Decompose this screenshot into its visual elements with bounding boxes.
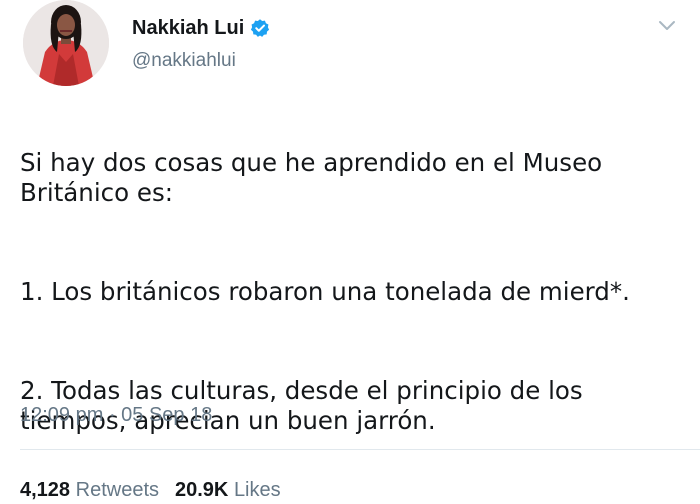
- chevron-down-icon[interactable]: [656, 14, 678, 36]
- user-handle[interactable]: @nakkiahlui: [132, 50, 270, 72]
- retweets-count: 4,128: [20, 479, 71, 501]
- retweets-label: Retweets: [75, 479, 159, 501]
- likes-count: 20.9K: [175, 479, 229, 501]
- tweet-paragraph: Si hay dos cosas que he aprendido en el …: [20, 148, 603, 207]
- divider: [20, 449, 700, 450]
- user-header: Nakkiah Lui @nakkiahlui: [132, 14, 270, 72]
- likes-stat[interactable]: 20.9K Likes: [175, 479, 281, 501]
- display-name-row: Nakkiah Lui: [132, 14, 270, 42]
- avatar[interactable]: [23, 0, 109, 86]
- retweets-stat[interactable]: 4,128 Retweets: [20, 479, 159, 501]
- tweet-timestamp[interactable]: 12:09 pm · 05 Sep 18: [20, 404, 212, 427]
- tweet-paragraph: 1. Los británicos robaron una tonelada d…: [20, 277, 630, 306]
- display-name[interactable]: Nakkiah Lui: [132, 17, 244, 40]
- verified-badge-icon: [251, 19, 270, 37]
- tweet-stats: 4,128 Retweets 20.9K Likes: [20, 479, 281, 502]
- tweet-text: Si hay dos cosas que he aprendido en el …: [20, 118, 690, 504]
- tweet-card: Nakkiah Lui @nakkiahlui Si hay dos cosas…: [0, 0, 700, 504]
- likes-label: Likes: [233, 479, 281, 501]
- avatar-image: [23, 0, 109, 86]
